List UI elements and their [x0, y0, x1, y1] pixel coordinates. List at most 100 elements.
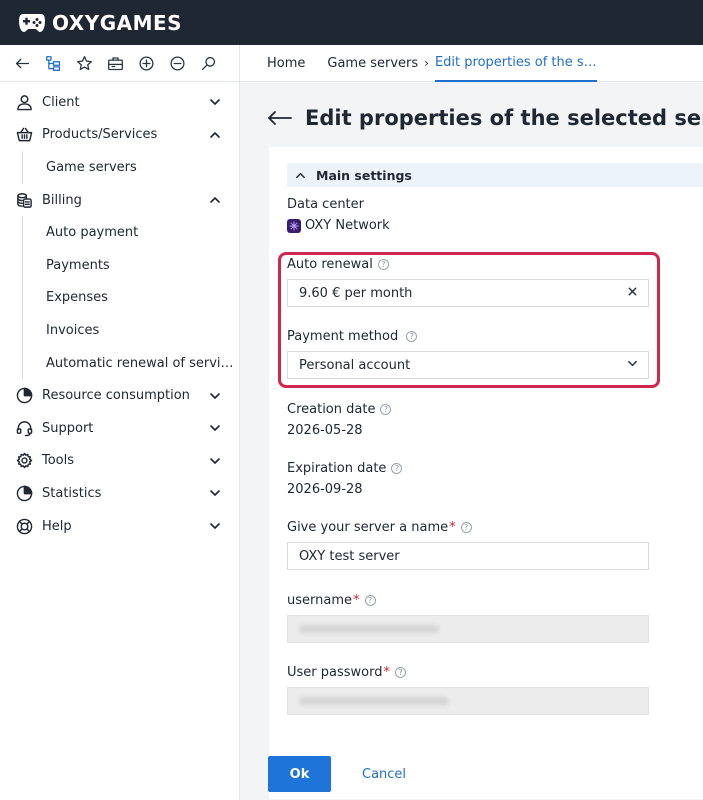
expiration-date-label-text: Expiration date [287, 461, 387, 476]
help-icon[interactable]: ? [364, 595, 376, 606]
brand-name: OXYGAMES [52, 10, 183, 35]
auto-renewal-label: Auto renewal ? [287, 257, 389, 272]
sidebar: Client Products/Services Game servers Bi… [0, 82, 240, 800]
coins-icon [15, 191, 33, 209]
payment-method-label-text: Payment method [287, 329, 399, 344]
chevron-up-icon [296, 172, 305, 178]
expiration-date-value-text: 2026-09-28 [287, 482, 363, 497]
back-arrow-icon[interactable] [267, 109, 293, 127]
chevron-down-icon [209, 520, 221, 532]
sidebar-subitem-payments[interactable]: Payments [23, 249, 239, 282]
brand-bar: OXYGAMES [0, 0, 703, 45]
close-icon[interactable] [627, 286, 638, 301]
chevron-down-icon [209, 390, 221, 402]
required-mark: * [383, 665, 390, 680]
sidebar-subitem-invoices[interactable]: Invoices [23, 314, 239, 347]
sidebar-subitem-game-servers[interactable]: Game servers [23, 151, 239, 184]
sidebar-item-resource-consumption[interactable]: Resource consumption [0, 379, 239, 412]
minus-circle-icon[interactable] [167, 53, 187, 73]
chevron-down-icon [209, 455, 221, 467]
lifebuoy-icon [15, 517, 33, 535]
help-icon[interactable]: ? [406, 331, 418, 342]
sidebar-subitem-auto-payment[interactable]: Auto payment [23, 216, 239, 249]
sidebar-item-label: Billing [42, 192, 82, 208]
password-label-text: User password [287, 665, 383, 680]
server-name-input[interactable]: OXY test server [287, 542, 649, 570]
server-name-label-text: Give your server a name [287, 520, 449, 535]
sidebar-subitem-automatic-renewal[interactable]: Automatic renewal of servi… [23, 347, 239, 380]
ok-button[interactable]: Ok [268, 756, 331, 792]
sidebar-item-statistics[interactable]: Statistics [0, 477, 239, 510]
section-title: Main settings [316, 167, 412, 183]
sidebar-subitem-expenses[interactable]: Expenses [23, 282, 239, 315]
toolbar: Home Game servers › Edit properties of t… [0, 44, 703, 82]
sidebar-item-support[interactable]: Support [0, 412, 239, 445]
password-input[interactable] [287, 687, 649, 715]
breadcrumb: Home Game servers › Edit properties of t… [240, 45, 597, 82]
data-center-value-text: OXY Network [305, 218, 390, 233]
expiration-date-value: 2026-09-28 [287, 482, 363, 497]
payment-method-select[interactable]: Personal account [287, 351, 649, 379]
sidebar-item-label: Resource consumption [42, 388, 190, 404]
cancel-button[interactable]: Cancel [352, 756, 416, 792]
plus-circle-icon[interactable] [136, 53, 156, 73]
products-submenu: Game servers [22, 151, 239, 184]
help-icon[interactable]: ? [380, 404, 392, 415]
server-name-value: OXY test server [299, 548, 400, 564]
required-mark: * [449, 520, 456, 535]
creation-date-label: Creation date ? [287, 402, 392, 417]
payment-method-label: Payment method ? [287, 329, 418, 344]
billing-submenu: Auto payment Payments Expenses Invoices … [22, 216, 239, 380]
help-icon[interactable]: ? [377, 259, 389, 270]
chevron-right-icon: › [424, 56, 429, 70]
redacted-username [299, 625, 439, 633]
help-icon[interactable]: ? [394, 667, 406, 678]
breadcrumb-game-servers[interactable]: Game servers [327, 56, 418, 71]
username-input[interactable] [287, 615, 649, 643]
auto-renewal-label-text: Auto renewal [287, 257, 373, 272]
sidebar-item-label: Statistics [42, 485, 102, 501]
data-center-label: Data center [287, 197, 364, 212]
data-center-value: OXY Network [287, 218, 390, 233]
gear-icon [15, 452, 33, 470]
main-content: Edit properties of the selected service … [240, 82, 703, 800]
pie-chart-icon [15, 484, 33, 502]
chevron-down-icon[interactable] [627, 358, 638, 373]
basket-icon [15, 126, 33, 144]
sidebar-item-label: Client [42, 94, 80, 110]
sidebar-item-help[interactable]: Help [0, 510, 239, 543]
page-title: Edit properties of the selected service … [305, 106, 703, 130]
chevron-down-icon [209, 487, 221, 499]
gamepad-logo-icon [19, 13, 45, 32]
sidebar-item-billing[interactable]: Billing [0, 184, 239, 217]
help-icon[interactable]: ? [460, 522, 472, 533]
network-icon [287, 218, 301, 233]
briefcase-icon[interactable] [105, 53, 125, 73]
password-label: User password * ? [287, 665, 406, 680]
username-label-text: username [287, 593, 352, 608]
star-icon[interactable] [74, 53, 94, 73]
chevron-up-icon [209, 129, 221, 141]
breadcrumb-current[interactable]: Edit properties of the s… [434, 45, 597, 82]
pie-chart-icon [15, 387, 33, 405]
chevron-down-icon [209, 422, 221, 434]
search-icon[interactable] [198, 53, 218, 73]
sidebar-item-products[interactable]: Products/Services [0, 119, 239, 152]
redacted-password [299, 697, 449, 705]
breadcrumb-home[interactable]: Home [267, 56, 305, 71]
data-center-label-text: Data center [287, 197, 364, 212]
required-mark: * [353, 593, 360, 608]
expiration-date-label: Expiration date ? [287, 461, 403, 476]
creation-date-value-text: 2026-05-28 [287, 423, 363, 438]
section-main-settings[interactable]: Main settings [287, 163, 703, 187]
settings-card: Main settings Data center OXY Network Au… [269, 147, 703, 799]
sidebar-item-label: Support [42, 420, 94, 436]
sidebar-item-tools[interactable]: Tools [0, 445, 239, 478]
sidebar-item-label: Help [42, 518, 72, 534]
help-icon[interactable]: ? [391, 463, 403, 474]
back-icon[interactable] [12, 53, 32, 73]
tree-icon[interactable] [43, 53, 63, 73]
sidebar-item-client[interactable]: Client [0, 86, 239, 119]
username-label: username * ? [287, 593, 376, 608]
auto-renewal-select[interactable]: 9.60 € per month [287, 279, 649, 307]
